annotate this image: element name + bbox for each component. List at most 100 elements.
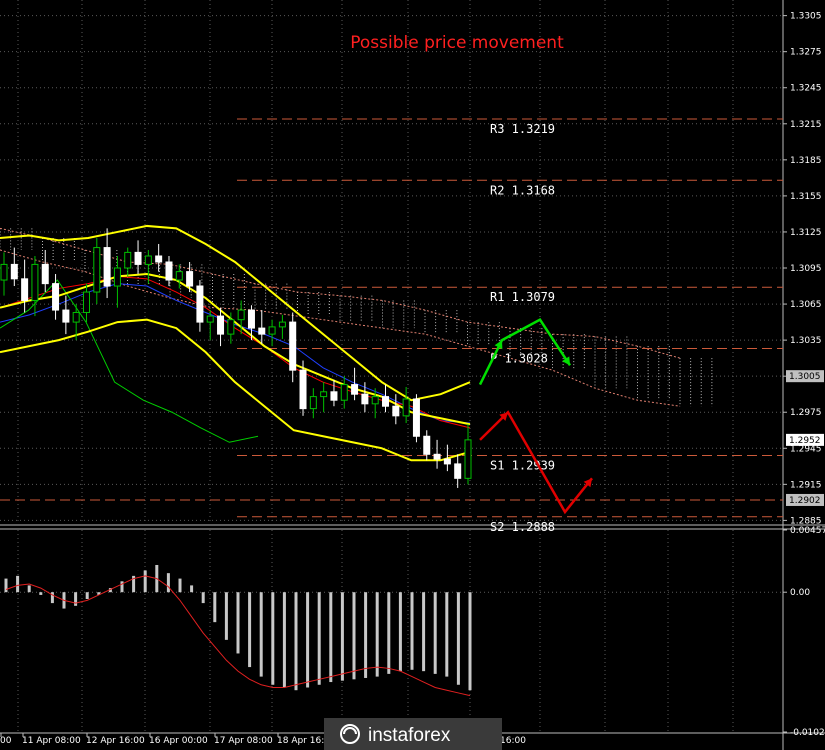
chart-title: Possible price movement — [350, 33, 564, 53]
candle-body — [402, 398, 410, 417]
candle-body — [113, 267, 121, 287]
histogram-bar — [16, 575, 20, 593]
price-tick-label: 1.2975 — [790, 408, 822, 418]
candle-body — [412, 398, 420, 437]
price-tick-label: 1.3095 — [790, 264, 822, 274]
histogram-bar — [317, 592, 321, 685]
price-tick-label: 1.3065 — [790, 300, 822, 310]
histogram-bar — [27, 585, 31, 593]
candle-body — [278, 321, 286, 328]
candle-body — [443, 458, 451, 465]
histogram-bar — [178, 578, 182, 593]
candle-body — [103, 247, 111, 287]
price-tick-label: 1.3035 — [790, 336, 822, 346]
candle-body — [217, 315, 225, 335]
candle-body — [237, 309, 245, 321]
price-tick-label: 1.3275 — [790, 48, 822, 58]
candle-body — [247, 309, 255, 329]
price-tick-label: 1.2885 — [790, 516, 822, 526]
histogram-bar — [340, 592, 344, 681]
pivot-label-s1: S1 1.2939 — [490, 458, 555, 472]
histogram-bar — [201, 592, 205, 604]
histogram-bar — [468, 592, 472, 691]
time-tick-label: 11 Apr 08:00 — [22, 736, 81, 746]
histogram-bar — [248, 592, 252, 668]
price-tick-label: 1.3245 — [790, 84, 822, 94]
pivot-label-r3: R3 1.3219 — [490, 122, 555, 136]
histogram-bar — [375, 592, 379, 677]
time-tick-label: 16 Apr 00:00 — [149, 736, 208, 746]
histogram-bar — [352, 592, 356, 680]
candle-body — [186, 271, 194, 287]
candle-body — [299, 369, 307, 410]
oscillator-histogram — [4, 564, 472, 697]
candle-body — [330, 391, 338, 401]
candle-body — [227, 319, 235, 335]
histogram-bar — [224, 592, 228, 640]
histogram-bar — [166, 573, 170, 593]
candle-body — [165, 261, 173, 281]
pivot-label-s2: S2 1.2888 — [490, 520, 555, 534]
price-tag-label: 1.3005 — [789, 372, 821, 382]
candle-body — [309, 396, 317, 410]
price-tick-label: 1.3185 — [790, 156, 822, 166]
price-axis: 1.3305 1.3275 1.3245 1.3215 1.3185 1.3155 1.31… — [783, 12, 825, 738]
price-tick-label: 1.2915 — [790, 480, 822, 490]
candle-body — [0, 263, 8, 281]
band-lower-line — [0, 318, 471, 462]
histogram-bar — [236, 592, 240, 654]
osc-tick-label: 0.00 — [790, 588, 810, 598]
band-middle-line — [0, 273, 471, 426]
candle-body — [196, 285, 204, 323]
watermark: instaforex — [324, 718, 502, 750]
moving-averages — [0, 224, 471, 462]
histogram-bar — [259, 592, 263, 677]
candle-body — [93, 247, 101, 293]
price-tick-label: 1.3155 — [790, 192, 822, 202]
candle-body — [392, 405, 400, 417]
candle-body — [289, 321, 297, 371]
time-tick-label: 12 Apr 16:00 — [86, 736, 145, 746]
histogram-bar — [364, 592, 368, 678]
osc-tick-label: -0.01027 — [790, 728, 825, 738]
candle-body — [382, 396, 390, 407]
candle-body — [258, 327, 266, 335]
candle-body — [124, 251, 132, 269]
candle-body — [31, 263, 39, 301]
price-tick-label: 1.3215 — [790, 120, 822, 130]
histogram-bar — [445, 592, 449, 677]
candle-body — [144, 255, 152, 265]
candle-body — [320, 391, 328, 398]
candle-body — [82, 291, 90, 313]
histogram-bar — [398, 592, 402, 672]
candle-body — [52, 283, 60, 311]
candle-body — [155, 255, 163, 263]
histogram-bar — [306, 592, 310, 688]
candle-body — [371, 396, 379, 405]
candle-body — [433, 453, 441, 460]
price-tick-label: 1.3125 — [790, 228, 822, 238]
price-tag-label: 1.2902 — [789, 496, 821, 506]
time-tick-label: 16:00 — [500, 736, 526, 746]
cloud-upper-edge — [0, 227, 681, 359]
watermark-text: instaforex — [368, 725, 451, 746]
candle-body — [454, 463, 462, 479]
candle-body — [175, 271, 183, 281]
histogram-bar — [422, 592, 426, 672]
candle-body — [41, 263, 49, 285]
histogram-bar — [433, 592, 437, 674]
candle-body — [351, 384, 359, 395]
pivot-label-r1: R1 1.3079 — [490, 290, 555, 304]
histogram-bar — [456, 592, 460, 685]
time-tick-label: 00 — [0, 736, 12, 746]
pivot-levels: R3 1.3219 R2 1.3168 R1 1.3079 P 1.3028 S1 1.… — [0, 118, 783, 534]
histogram-bar — [4, 578, 8, 593]
candle-body — [268, 326, 276, 335]
histogram-bar — [120, 581, 124, 593]
price-chart: R3 1.3219 R2 1.3168 R1 1.3079 P 1.3028 S1 1.… — [0, 0, 825, 750]
histogram-bar — [387, 592, 391, 674]
ma-blue-line — [0, 283, 471, 424]
histogram-bar — [85, 592, 89, 600]
time-tick-label: 17 Apr 08:00 — [214, 736, 273, 746]
price-tick-label: 1.3305 — [790, 12, 822, 22]
